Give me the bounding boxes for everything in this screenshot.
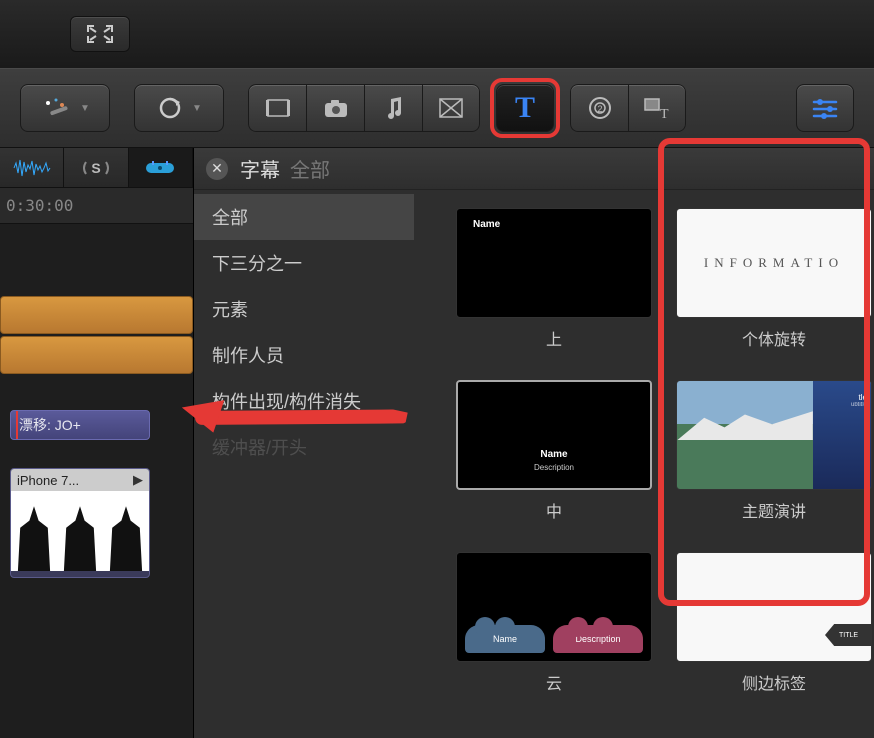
titles-grid: Name 上 INFORMATIO 个体旋转 Name Description … <box>414 148 874 738</box>
titles-browser-button[interactable]: T <box>496 84 554 132</box>
chevron-down-icon: ▼ <box>192 103 202 114</box>
clips-browser-button[interactable] <box>248 84 306 132</box>
title-clip[interactable]: 漂移: JO+ <box>10 410 150 440</box>
retime-icon <box>156 96 184 120</box>
timecode-display: 0:30:00 <box>0 188 193 224</box>
title-label: 个体旋转 <box>742 326 806 350</box>
close-button[interactable]: ✕ <box>206 158 228 180</box>
magic-wand-icon <box>40 95 72 121</box>
clip-label: 漂移: JO+ <box>19 417 81 433</box>
close-icon: ✕ <box>211 160 223 177</box>
tag-icon <box>142 159 178 177</box>
video-clip[interactable]: iPhone 7... ▶ <box>10 468 150 578</box>
fullscreen-icon <box>87 25 113 43</box>
title-label: 云 <box>546 670 562 694</box>
svg-text:S: S <box>91 160 100 176</box>
title-preset-cloud[interactable]: Name Description 云 <box>454 552 654 694</box>
music-browser-button[interactable] <box>364 84 422 132</box>
title-preset-rotate[interactable]: INFORMATIO 个体旋转 <box>674 208 874 350</box>
themes-browser-button[interactable]: T <box>628 84 686 132</box>
sliders-icon <box>810 97 840 119</box>
themes-icon: T <box>642 96 672 120</box>
generators-icon: 2 <box>587 95 613 121</box>
thumb-text: ubtitle <box>817 402 867 408</box>
browser-title: 字幕 <box>240 154 280 183</box>
audio-clip[interactable] <box>0 336 193 374</box>
audio-tag-tab[interactable] <box>129 148 193 187</box>
thumb-text: TITLE <box>825 624 871 646</box>
thumb-text: Name <box>465 625 545 653</box>
chevron-down-icon: ▼ <box>80 103 90 114</box>
enhance-button[interactable]: ▼ <box>20 84 110 132</box>
audio-waveform-tab[interactable] <box>0 148 64 187</box>
audio-clip[interactable] <box>0 296 193 334</box>
titles-button-highlight: T <box>490 78 560 138</box>
title-preset-sidetag[interactable]: TITLE 侧边标签 <box>674 552 874 694</box>
transitions-icon <box>437 96 465 120</box>
photos-browser-button[interactable] <box>306 84 364 132</box>
filmstrip-icon <box>264 96 292 120</box>
camera-icon <box>322 97 350 119</box>
svg-text:2: 2 <box>597 104 602 114</box>
thumb-text: INFORMATIO <box>704 255 844 271</box>
retime-button[interactable]: ▼ <box>134 84 224 132</box>
title-label: 主题演讲 <box>742 498 806 522</box>
svg-text:T: T <box>660 107 669 120</box>
clip-label: iPhone 7... <box>17 473 79 488</box>
browser-group <box>248 84 480 132</box>
thumb-text: tle <box>817 393 867 402</box>
music-icon <box>383 95 405 121</box>
category-item-credits[interactable]: 制作人员 <box>194 332 414 378</box>
title-preset-middle[interactable]: Name Description 中 <box>454 380 654 522</box>
browser-subtitle: 全部 <box>290 154 330 183</box>
fullscreen-button[interactable] <box>70 16 130 52</box>
title-preset-keynote[interactable]: tle ubtitle 主题演讲 <box>674 380 874 522</box>
title-label: 侧边标签 <box>742 670 806 694</box>
category-item-elements[interactable]: 元素 <box>194 286 414 332</box>
surround-icon: S <box>80 156 112 180</box>
waveform-icon <box>12 157 52 179</box>
thumb-text: Name <box>458 449 650 460</box>
audio-surround-tab[interactable]: S <box>64 148 128 187</box>
track-row <box>0 240 193 290</box>
category-list: 全部 下三分之一 元素 制作人员 构件出现/构件消失 缓冲器/开头 <box>194 148 414 738</box>
thumb-text: Name <box>473 219 500 230</box>
timeline-panel: S 0:30:00 漂移: JO+ iPhone 7... ▶ <box>0 148 194 738</box>
title-preset-upper[interactable]: Name 上 <box>454 208 654 350</box>
transitions-browser-button[interactable] <box>422 84 480 132</box>
title-label: 上 <box>546 326 562 350</box>
toolbar: ▼ ▼ T 2 T <box>0 68 874 148</box>
category-item-lower-thirds[interactable]: 下三分之一 <box>194 240 414 286</box>
inspector-button[interactable] <box>796 84 854 132</box>
thumb-text: Description <box>553 625 643 653</box>
text-icon: T <box>515 91 535 125</box>
thumb-text: Description <box>458 463 650 472</box>
title-label: 中 <box>546 498 562 522</box>
play-icon: ▶ <box>133 472 143 488</box>
category-item-all[interactable]: 全部 <box>194 194 414 240</box>
browser-group-2: 2 T <box>570 84 686 132</box>
timeline-tracks[interactable]: 漂移: JO+ iPhone 7... ▶ <box>0 224 193 738</box>
generators-browser-button[interactable]: 2 <box>570 84 628 132</box>
titles-browser: ✕ 字幕 全部 全部 下三分之一 元素 制作人员 构件出现/构件消失 缓冲器/开… <box>194 148 874 738</box>
